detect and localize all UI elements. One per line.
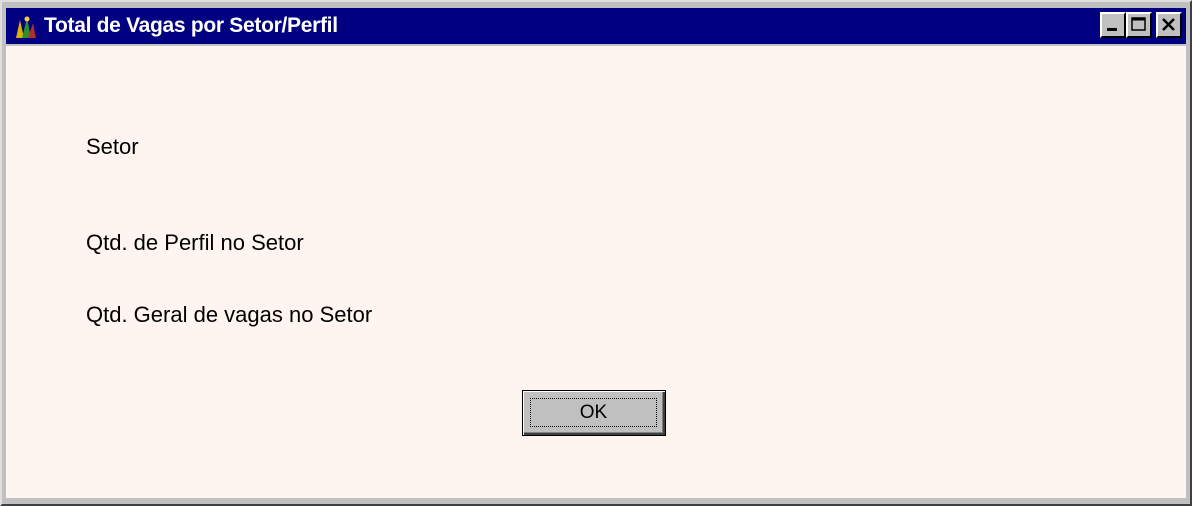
title-bar[interactable]: Total de Vagas por Setor/Perfil: [6, 8, 1186, 44]
dialog-body: Setor Qtd. de Perfil no Setor Qtd. Geral…: [6, 46, 1186, 498]
minimize-icon: [1107, 28, 1117, 31]
total-vacancies-label: Qtd. Geral de vagas no Setor: [86, 302, 373, 327]
ok-button-label: OK: [530, 398, 657, 427]
maximize-icon: [1131, 17, 1146, 31]
close-button[interactable]: [1156, 12, 1182, 38]
minimize-button[interactable]: [1100, 12, 1126, 38]
close-icon: [1162, 18, 1175, 31]
window-title: Total de Vagas por Setor/Perfil: [44, 14, 338, 37]
dialog-window: Total de Vagas por Setor/Perfil Setor Qt…: [0, 0, 1192, 506]
app-icon[interactable]: [12, 14, 38, 40]
setor-label: Setor: [86, 134, 139, 159]
perfil-count-label: Qtd. de Perfil no Setor: [86, 230, 304, 255]
ok-button[interactable]: OK: [522, 390, 666, 436]
maximize-button[interactable]: [1126, 12, 1152, 38]
